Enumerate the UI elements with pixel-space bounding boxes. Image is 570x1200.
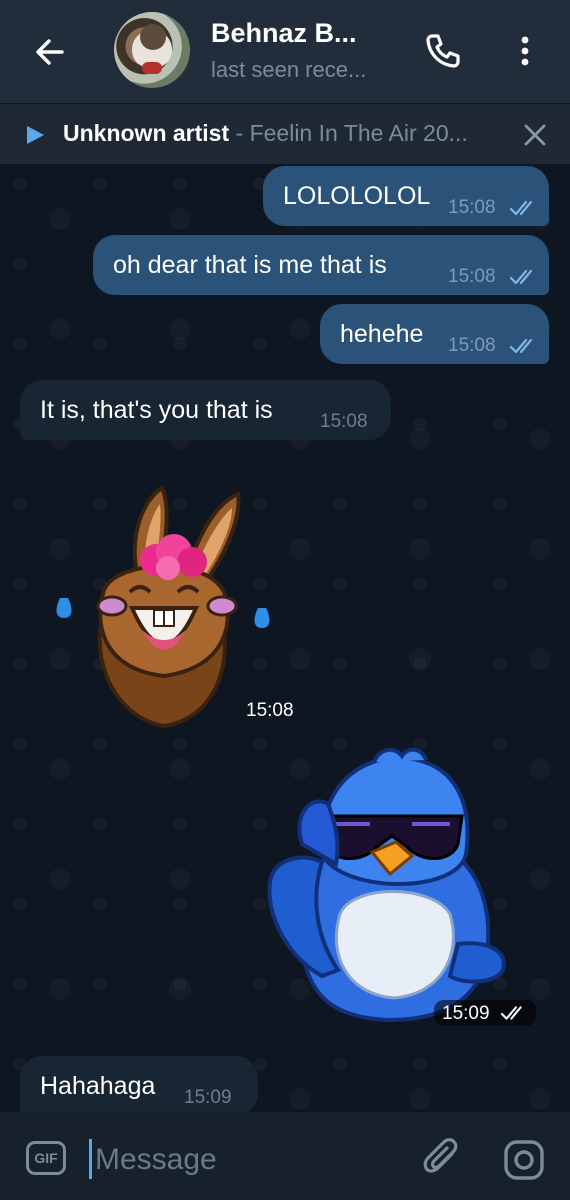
chat-title[interactable]: Behnaz B... bbox=[211, 18, 357, 49]
message-time: 15:09 bbox=[184, 1087, 232, 1108]
camera-icon[interactable] bbox=[502, 1138, 546, 1182]
text-cursor bbox=[89, 1139, 92, 1179]
music-player-bar[interactable]: Unknown artist - Feelin In The Air 20... bbox=[0, 103, 570, 164]
phone-icon[interactable] bbox=[422, 30, 462, 70]
chat-header: Behnaz B... last seen rece... bbox=[0, 0, 570, 103]
message-text: It is, that's you that is bbox=[40, 396, 273, 424]
incoming-message[interactable]: Hahahaga 15:09 bbox=[20, 1056, 258, 1112]
sticker-time: 15:09 bbox=[442, 1003, 490, 1024]
track-info[interactable]: Unknown artist - Feelin In The Air 20... bbox=[63, 120, 468, 147]
message-time: 15:08 bbox=[320, 411, 368, 432]
play-icon[interactable] bbox=[24, 124, 46, 146]
sticker-time-badge: 15:09 bbox=[434, 1000, 536, 1026]
chat-area[interactable]: LOLOLOLOL 15:08 oh dear that is me that … bbox=[0, 164, 570, 1112]
message-text: Hahahaga bbox=[40, 1072, 156, 1100]
double-check-icon bbox=[500, 1006, 522, 1020]
message-input[interactable] bbox=[93, 1136, 397, 1184]
track-artist: Unknown artist bbox=[63, 120, 230, 146]
double-check-icon bbox=[509, 269, 533, 285]
message-time: 15:08 bbox=[448, 335, 496, 356]
gif-button[interactable]: GIF bbox=[26, 1141, 66, 1175]
avatar-cat-collar bbox=[142, 62, 162, 74]
avatar[interactable] bbox=[114, 12, 190, 88]
outgoing-message[interactable]: oh dear that is me that is 15:08 bbox=[93, 235, 549, 295]
outgoing-message[interactable]: LOLOLOLOL 15:08 bbox=[263, 166, 549, 226]
incoming-message[interactable]: It is, that's you that is 15:08 bbox=[20, 380, 391, 440]
double-check-icon bbox=[509, 338, 533, 354]
cool-bird-sticker[interactable] bbox=[262, 744, 522, 1024]
double-check-icon bbox=[509, 200, 533, 216]
message-text: LOLOLOLOL bbox=[283, 182, 431, 210]
message-time: 15:08 bbox=[448, 197, 496, 218]
message-text: hehehe bbox=[340, 320, 424, 348]
paperclip-icon[interactable] bbox=[422, 1136, 462, 1180]
close-icon[interactable] bbox=[522, 122, 548, 148]
last-seen-status: last seen rece... bbox=[211, 57, 367, 82]
back-arrow-icon[interactable] bbox=[30, 32, 70, 72]
message-time: 15:08 bbox=[448, 266, 496, 287]
track-separator: - bbox=[229, 120, 250, 146]
more-vertical-icon[interactable] bbox=[510, 32, 540, 72]
sticker-time: 15:08 bbox=[246, 700, 294, 721]
message-text: oh dear that is me that is bbox=[113, 251, 387, 279]
outgoing-message[interactable]: hehehe 15:08 bbox=[320, 304, 549, 364]
track-title: Feelin In The Air 20... bbox=[249, 120, 468, 146]
avatar-cat-marking bbox=[140, 24, 166, 50]
